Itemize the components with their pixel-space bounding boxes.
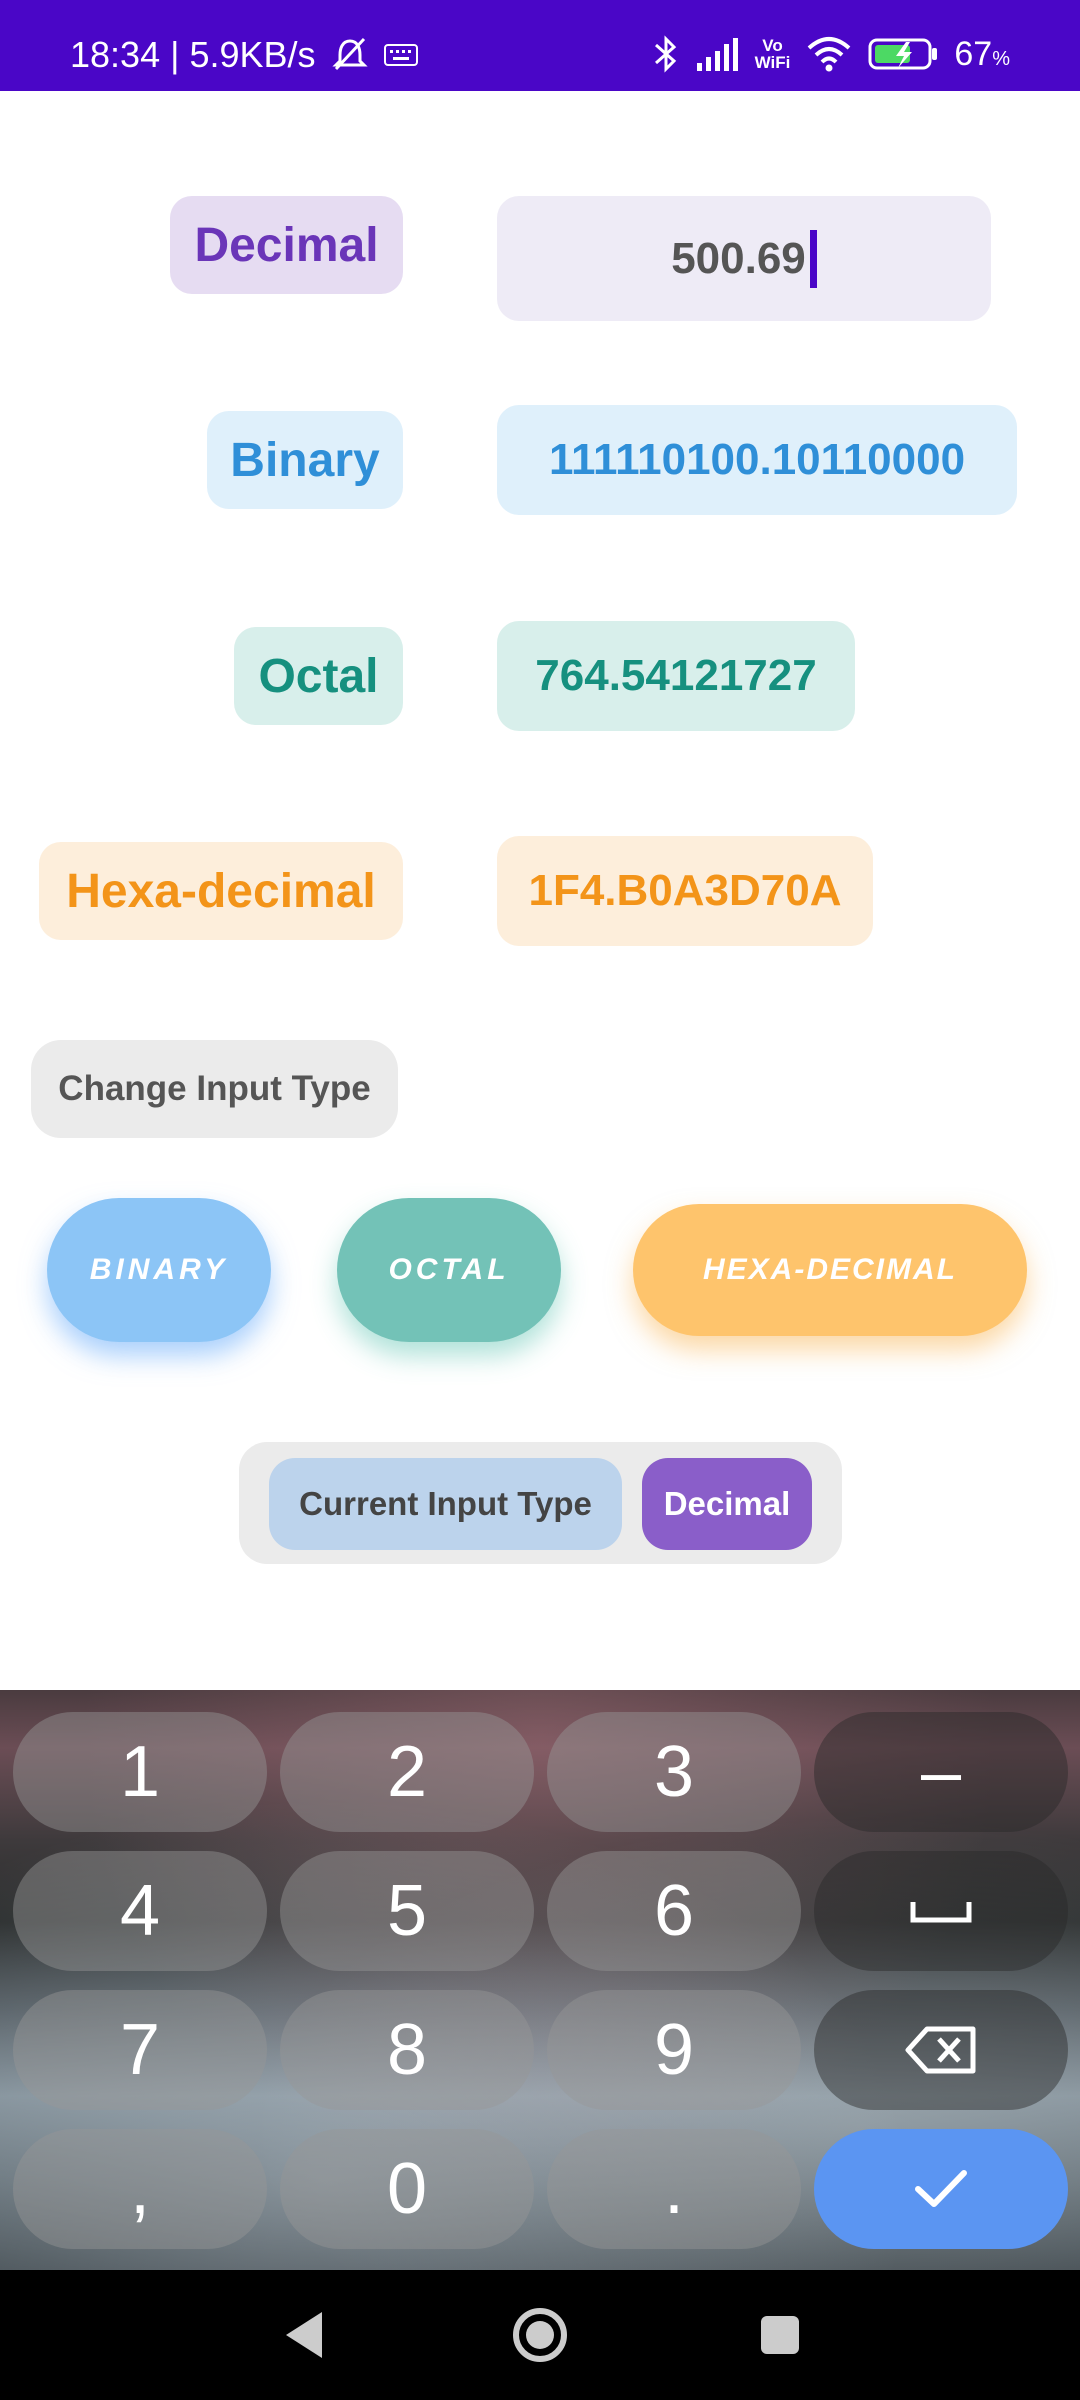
octal-output: 764.54121727 [497,621,855,731]
backspace-key[interactable] [814,1990,1068,2110]
hex-button[interactable]: HEXA-DECIMAL [633,1204,1027,1336]
key-dot[interactable]: . [547,2129,801,2249]
status-left: 18:34 | 5.9KB/s [70,34,418,76]
back-button[interactable] [272,2300,332,2370]
key-3[interactable]: 3 [547,1712,801,1832]
battery-unit: % [992,47,1010,70]
key-0[interactable]: 0 [280,2129,534,2249]
octal-button[interactable]: OCTAL [337,1198,561,1342]
battery-icon [868,36,938,72]
change-input-type-label: Change Input Type [31,1040,398,1138]
key-4[interactable]: 4 [13,1851,267,1971]
key-8[interactable]: 8 [280,1990,534,2110]
key-6[interactable]: 6 [547,1851,801,1971]
mute-alarm-icon [330,35,370,75]
key-7[interactable]: 7 [13,1990,267,2110]
decimal-input-value: 500.69 [671,233,806,283]
binary-label: Binary [207,411,403,509]
wifi-icon [806,36,852,72]
keyboard-icon [383,44,418,66]
status-right: Vo WiFi 67% [653,34,1010,74]
home-icon [513,2308,567,2362]
back-icon [286,2312,322,2358]
confirm-key[interactable] [814,2129,1068,2249]
recents-button[interactable] [745,2300,815,2370]
check-icon [915,2170,967,2207]
key-5[interactable]: 5 [280,1851,534,1971]
hex-label: Hexa-decimal [39,842,403,940]
navigation-bar [0,2270,1080,2400]
battery-value: 67 [954,34,993,73]
hex-output: 1F4.B0A3D70A [497,836,873,946]
time-and-speed: 18:34 | 5.9KB/s [70,34,316,75]
bluetooth-icon [653,34,679,74]
signal-icon [695,37,739,71]
key-9[interactable]: 9 [547,1990,801,2110]
vowifi-icon: Vo WiFi [755,37,791,71]
space-key[interactable] [814,1851,1068,1971]
decimal-label: Decimal [170,196,403,294]
binary-button[interactable]: BINARY [47,1198,271,1342]
recents-icon [761,2316,799,2354]
backspace-icon [905,2026,976,2074]
home-button[interactable] [505,2300,575,2370]
space-icon [910,1902,972,1923]
key-2[interactable]: 2 [280,1712,534,1832]
numeric-keyboard: 1 2 3 – 4 5 6 7 8 9 , 0 . [0,1690,1080,2270]
text-cursor [809,229,817,288]
decimal-input[interactable]: 500.69 [497,196,991,321]
key-comma[interactable]: , [13,2129,267,2249]
binary-output: 111110100.10110000 [497,405,1017,515]
vowifi-line2: WiFi [754,53,791,72]
key-1[interactable]: 1 [13,1712,267,1832]
current-input-type-value: Decimal [642,1458,812,1550]
current-input-type-label: Current Input Type [269,1458,622,1550]
octal-label: Octal [234,627,403,725]
status-bar: 18:34 | 5.9KB/s Vo WiFi 67% [0,0,1080,91]
key-minus[interactable]: – [814,1712,1068,1832]
battery-percent: 67% [954,35,1010,74]
